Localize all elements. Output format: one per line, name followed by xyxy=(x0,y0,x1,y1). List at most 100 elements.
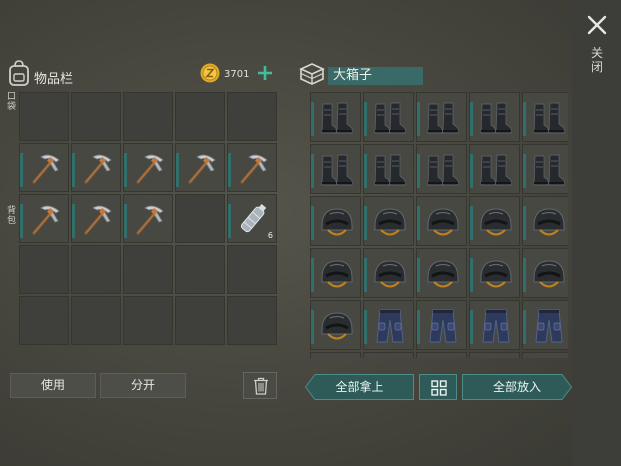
container-slot[interactable] xyxy=(522,92,568,142)
helmet-icon xyxy=(374,208,406,236)
pants-icon xyxy=(535,309,563,343)
container-slot[interactable] xyxy=(310,248,361,298)
container-slot[interactable] xyxy=(522,196,568,246)
container-slot[interactable] xyxy=(310,92,361,142)
inventory-slot[interactable] xyxy=(227,143,277,192)
inventory-slot[interactable] xyxy=(227,245,277,294)
take-all-label: 全部拿上 xyxy=(335,380,384,394)
container-slot[interactable] xyxy=(363,300,414,350)
inventory-slot[interactable] xyxy=(175,194,225,243)
container-slot[interactable] xyxy=(416,300,467,350)
inventory-slot[interactable] xyxy=(123,194,173,243)
item-quantity: 6 xyxy=(267,231,273,240)
pants-icon xyxy=(429,309,457,343)
container-slot[interactable] xyxy=(416,352,467,358)
inventory-slot[interactable] xyxy=(19,296,69,345)
container-slot[interactable] xyxy=(469,196,520,246)
inventory-slot[interactable] xyxy=(227,92,277,141)
inventory-slot[interactable] xyxy=(175,245,225,294)
helmet-icon xyxy=(533,208,565,236)
inventory-slot[interactable] xyxy=(123,143,173,192)
put-all-button[interactable]: 全部放入 xyxy=(462,374,572,400)
container-slot[interactable] xyxy=(363,196,414,246)
coin-icon xyxy=(200,63,220,83)
inventory-slot[interactable] xyxy=(71,245,121,294)
inventory-slot[interactable] xyxy=(71,92,121,141)
container-slot[interactable] xyxy=(522,248,568,298)
container-slot[interactable] xyxy=(469,300,520,350)
container-slot[interactable] xyxy=(310,352,361,358)
inventory-header: 物品栏 3701 xyxy=(8,60,278,90)
helmet-icon xyxy=(533,260,565,288)
container-slot[interactable] xyxy=(416,144,467,194)
boots-icon xyxy=(374,102,406,134)
take-all-button[interactable]: 全部拿上 xyxy=(305,374,414,400)
helmet-icon xyxy=(480,208,512,236)
inventory-slot[interactable] xyxy=(19,92,69,141)
container-slot[interactable] xyxy=(416,248,467,298)
container-slot[interactable] xyxy=(363,144,414,194)
pickaxe-icon xyxy=(188,154,216,184)
boots-icon xyxy=(480,102,512,134)
container-slot[interactable] xyxy=(522,144,568,194)
close-label[interactable]: 关闭 xyxy=(589,46,605,74)
container-grid xyxy=(310,92,568,358)
pants-icon xyxy=(376,309,404,343)
boots-icon xyxy=(427,154,459,186)
inventory-slot[interactable] xyxy=(19,245,69,294)
close-icon xyxy=(587,15,607,35)
container-slot[interactable] xyxy=(310,196,361,246)
container-slot[interactable] xyxy=(469,352,520,358)
inventory-slot[interactable] xyxy=(123,296,173,345)
container-slot[interactable] xyxy=(522,300,568,350)
pickaxe-icon xyxy=(32,154,60,184)
container-slot[interactable] xyxy=(416,196,467,246)
split-button[interactable]: 分开 xyxy=(100,373,186,398)
inventory-slot[interactable] xyxy=(175,296,225,345)
pickaxe-icon xyxy=(136,205,164,235)
inventory-slot[interactable] xyxy=(19,143,69,192)
inventory-slot[interactable] xyxy=(71,194,121,243)
backpack-icon xyxy=(9,60,29,86)
pocket-label: 口袋 xyxy=(7,92,17,112)
pickaxe-icon xyxy=(84,205,112,235)
close-button[interactable] xyxy=(586,14,608,36)
trash-icon xyxy=(254,377,268,395)
inventory-slot[interactable] xyxy=(175,143,225,192)
put-all-label: 全部放入 xyxy=(492,380,541,394)
pickaxe-icon xyxy=(136,154,164,184)
inventory-slot[interactable] xyxy=(19,194,69,243)
pickaxe-icon xyxy=(240,154,268,184)
sort-button[interactable] xyxy=(419,374,457,400)
inventory-slot[interactable] xyxy=(227,296,277,345)
helmet-icon xyxy=(427,260,459,288)
container-slot[interactable] xyxy=(469,92,520,142)
trash-button[interactable] xyxy=(243,372,277,399)
coin-count: 3701 xyxy=(224,69,250,80)
container-slot[interactable] xyxy=(363,248,414,298)
container-slot[interactable] xyxy=(363,352,414,358)
helmet-icon xyxy=(427,208,459,236)
container-slot[interactable] xyxy=(522,352,568,358)
container-slot[interactable] xyxy=(363,92,414,142)
boots-icon xyxy=(321,102,353,134)
inventory-slot[interactable]: 6 xyxy=(227,194,277,243)
inventory-slot[interactable] xyxy=(123,245,173,294)
boots-icon xyxy=(321,154,353,186)
inventory-slot[interactable] xyxy=(123,92,173,141)
inventory-title: 物品栏 xyxy=(34,72,74,87)
sort-grid-icon xyxy=(431,380,447,396)
inventory-slot[interactable] xyxy=(71,143,121,192)
use-button[interactable]: 使用 xyxy=(10,373,96,398)
container-scroll-area[interactable] xyxy=(310,92,568,358)
plus-icon[interactable] xyxy=(257,65,273,81)
container-slot[interactable] xyxy=(310,300,361,350)
container-slot[interactable] xyxy=(416,92,467,142)
container-slot[interactable] xyxy=(310,144,361,194)
inventory-slot[interactable] xyxy=(175,92,225,141)
helmet-icon xyxy=(321,312,353,340)
container-slot[interactable] xyxy=(469,144,520,194)
container-slot[interactable] xyxy=(469,248,520,298)
inventory-grid: 6 xyxy=(19,92,277,347)
inventory-slot[interactable] xyxy=(71,296,121,345)
